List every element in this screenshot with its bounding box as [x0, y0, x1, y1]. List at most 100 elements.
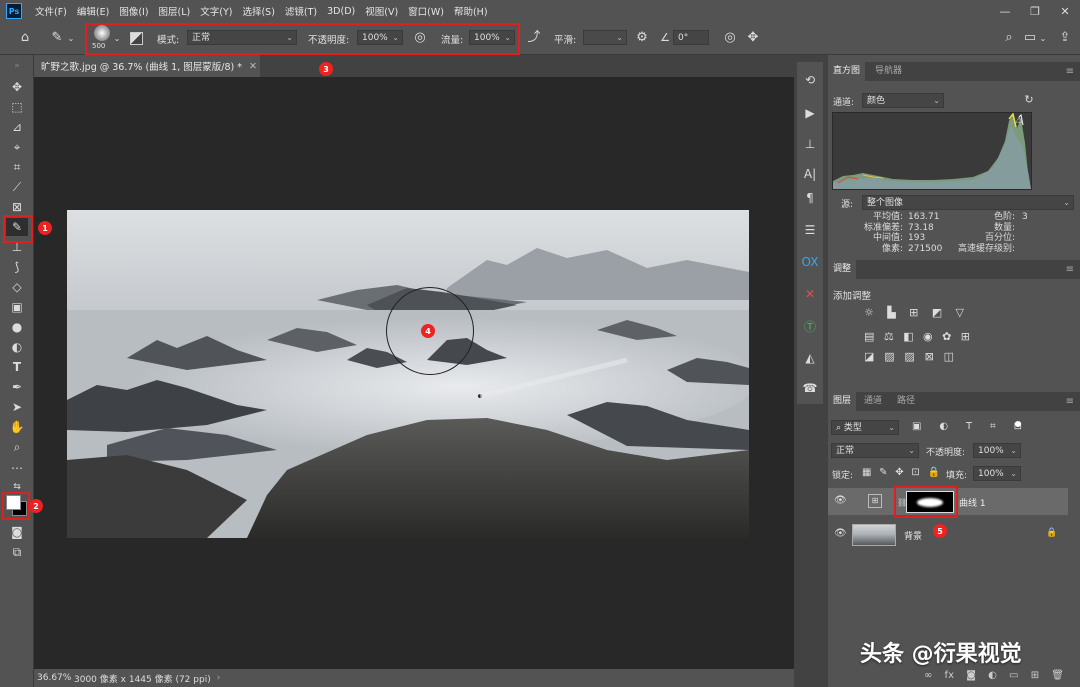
channel-select[interactable]: 颜色 ⌄	[862, 93, 944, 108]
filter-shape-icon[interactable]: ⌗	[990, 421, 996, 432]
paragraph-panel-icon[interactable]: ¶	[797, 186, 823, 210]
menu-3d[interactable]: 3D(D)	[322, 6, 360, 17]
layer-opacity-input[interactable]: 100% ⌄	[973, 443, 1021, 458]
minimize-icon[interactable]: —	[990, 0, 1020, 22]
restore-icon[interactable]: ❐	[1020, 0, 1050, 22]
pressure-size-icon[interactable]: ◎	[722, 31, 738, 45]
photoshop-logo-icon[interactable]: Ps	[6, 3, 22, 19]
history-brush-tool-icon[interactable]: ⟆	[6, 258, 28, 276]
lock-all-icon[interactable]: 🔒	[928, 467, 940, 478]
filter-pixel-icon[interactable]: ▣	[912, 421, 921, 432]
adjustment-layer-icon[interactable]: ◐	[988, 670, 997, 681]
status-chevron-icon[interactable]: ›	[217, 673, 221, 683]
plugin-camera-icon[interactable]: ☎	[797, 376, 823, 400]
channel-mixer-icon[interactable]: ✿	[942, 330, 951, 343]
move-tool-icon[interactable]: ✥	[6, 78, 28, 96]
filter-adjustment-icon[interactable]: ◐	[939, 421, 948, 432]
menu-view[interactable]: 视图(V)	[360, 4, 403, 18]
type-tool-icon[interactable]: T	[6, 358, 28, 376]
pen-tool-icon[interactable]: ✒	[6, 378, 28, 396]
invert-icon[interactable]: ◪	[864, 350, 874, 363]
color-lookup-icon[interactable]: ⊞	[961, 330, 970, 343]
history-panel-icon[interactable]: ⟲	[797, 68, 823, 92]
menu-help[interactable]: 帮助(H)	[449, 4, 493, 18]
eyedropper-tool-icon[interactable]: ⟋	[6, 178, 28, 196]
zoom-tool-icon[interactable]: ⌕	[6, 438, 28, 456]
airbrush-icon[interactable]: ⤴	[526, 31, 542, 45]
lock-artboard-icon[interactable]: ⊡	[911, 467, 919, 478]
panel-menu-icon[interactable]: ≡	[1066, 264, 1074, 275]
visibility-eye-icon[interactable]: 👁	[834, 495, 847, 506]
new-layer-icon[interactable]: ⊞	[1031, 670, 1039, 681]
color-balance-icon[interactable]: ⚖	[884, 330, 894, 343]
actions-panel-icon[interactable]: ▶	[797, 101, 823, 125]
add-mask-icon[interactable]: ◙	[966, 670, 976, 681]
plugin-tk-icon[interactable]: Ⓣ	[797, 314, 823, 338]
dodge-tool-icon[interactable]: ◐	[6, 338, 28, 356]
lock-position-icon[interactable]: ✥	[895, 467, 903, 478]
chevron-down-icon[interactable]: ⌄	[1038, 32, 1048, 46]
vibrance-icon[interactable]: ▽	[956, 306, 964, 319]
symmetry-icon[interactable]: ✥	[745, 31, 761, 45]
lock-transparent-icon[interactable]: ▦	[862, 467, 871, 478]
character-panel-icon[interactable]: A|	[797, 162, 823, 186]
screen-mode-icon[interactable]: ⧉	[6, 543, 28, 561]
foreground-color-swatch[interactable]	[6, 495, 21, 510]
source-select[interactable]: 整个图像 ⌄	[862, 195, 1074, 210]
panel-menu-icon[interactable]: ≡	[1066, 396, 1074, 407]
group-icon[interactable]: ▭	[1009, 670, 1018, 681]
eraser-tool-icon[interactable]: ◇	[6, 278, 28, 296]
zoom-level[interactable]: 36.67%	[34, 673, 72, 683]
panel-menu-icon[interactable]: ≡	[1066, 66, 1074, 77]
frame-tool-icon[interactable]: ⊠	[6, 198, 28, 216]
refresh-icon[interactable]: ↻	[1022, 93, 1036, 107]
quick-mask-icon[interactable]: ◙	[6, 523, 28, 541]
collapse-icon[interactable]: »	[6, 57, 28, 75]
menu-file[interactable]: 文件(F)	[30, 4, 72, 18]
menu-select[interactable]: 选择(S)	[237, 4, 279, 18]
menu-type[interactable]: 文字(Y)	[195, 4, 237, 18]
visibility-eye-icon[interactable]: 👁	[834, 528, 847, 539]
tab-adjustments[interactable]: 调整	[828, 260, 857, 279]
tab-histogram[interactable]: 直方图	[828, 62, 866, 81]
lock-paint-icon[interactable]: ✎	[879, 467, 887, 478]
path-select-tool-icon[interactable]: ➤	[6, 398, 28, 416]
filter-toggle-icon[interactable]	[1015, 421, 1021, 427]
crop-tool-icon[interactable]: ⌗	[6, 158, 28, 176]
gear-icon[interactable]: ⚙	[634, 31, 650, 45]
levels-icon[interactable]: ▙	[887, 306, 895, 319]
gradient-tool-icon[interactable]: ▣	[6, 298, 28, 316]
blend-mode-select[interactable]: 正常 ⌄	[831, 443, 919, 458]
close-icon[interactable]: ✕	[1050, 0, 1080, 22]
properties-panel-icon[interactable]: ☰	[797, 218, 823, 242]
threshold-icon[interactable]: ▨	[904, 350, 914, 363]
tab-channels[interactable]: 通道	[859, 392, 887, 411]
landscape-photo[interactable]	[67, 210, 749, 538]
clone-source-panel-icon[interactable]: ⊥	[797, 132, 823, 156]
link-layers-icon[interactable]: ∞	[924, 670, 932, 681]
angle-input[interactable]: 0°	[673, 30, 709, 45]
tab-navigator[interactable]: 导航器	[870, 62, 907, 81]
quick-select-tool-icon[interactable]: ⌖	[6, 138, 28, 156]
workspace-icon[interactable]: ▭	[1022, 31, 1038, 45]
layer-filter-select[interactable]: ⌕ 类型 ⌄	[831, 420, 899, 435]
filter-type-icon[interactable]: T	[966, 421, 972, 432]
brightness-icon[interactable]: ☼	[864, 306, 874, 319]
share-icon[interactable]: ⇪	[1057, 31, 1073, 45]
curves-icon[interactable]: ⊞	[909, 306, 918, 319]
lock-icon[interactable]: 🔒	[1046, 528, 1057, 538]
hand-tool-icon[interactable]: ✋	[6, 418, 28, 436]
black-white-icon[interactable]: ◧	[903, 330, 913, 343]
more-tools-icon[interactable]: ⋯	[6, 459, 28, 477]
plugin-x-icon[interactable]: ✕	[797, 282, 823, 306]
menu-image[interactable]: 图像(I)	[114, 4, 153, 18]
hue-saturation-icon[interactable]: ▤	[864, 330, 874, 343]
blur-tool-icon[interactable]: ●	[6, 318, 28, 336]
plugin-ox-icon[interactable]: OX	[797, 250, 823, 274]
tab-paths[interactable]: 路径	[892, 392, 920, 411]
menu-layer[interactable]: 图层(L)	[154, 4, 196, 18]
gradient-map-icon[interactable]: ◫	[944, 350, 954, 363]
exposure-icon[interactable]: ◩	[932, 306, 942, 319]
document-tab[interactable]: 旷野之歌.jpg @ 36.7% (曲线 1, 图层蒙版/8) * ✕	[34, 55, 260, 77]
home-icon[interactable]: ⌂	[17, 31, 33, 45]
